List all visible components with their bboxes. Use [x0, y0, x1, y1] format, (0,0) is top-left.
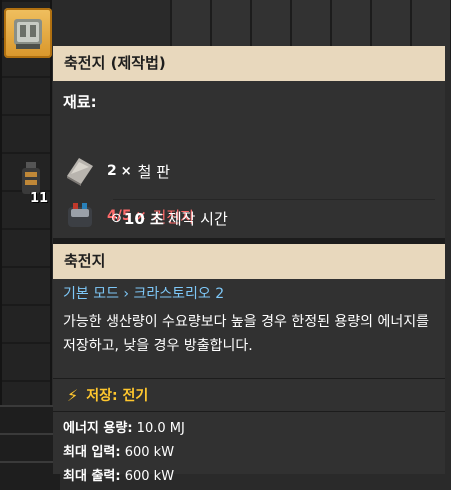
ingredient-quantity: 2	[107, 163, 117, 179]
craft-time-row: ⊙ 10 초 제작 시간	[111, 208, 228, 229]
tooltip: 축전지 (제작법) 재료: 2 × 철 판 4/5 × 건전지 ⊙ 10 초 제…	[53, 46, 445, 484]
storage-section: ⚡ 저장: 전기 에너지 용량: 10.0 MJ 최대 입력: 600 kW 최…	[53, 379, 445, 484]
item-description: 가능한 생산량이 수요량보다 높을 경우 한정된 용량의 에너지를 저장하고, …	[63, 314, 430, 354]
item-title: 축전지	[53, 244, 445, 279]
stat-value: 10.0 MJ	[136, 421, 185, 436]
recipe-panel: 재료: 2 × 철 판 4/5 × 건전지 ⊙ 10 초 제작 시간	[53, 81, 445, 238]
accumulator-icon	[14, 19, 42, 49]
battery-icon	[68, 203, 92, 227]
materials-label: 재료:	[63, 93, 97, 111]
stat-energy-capacity: 에너지 용량: 10.0 MJ	[63, 417, 185, 436]
lightning-icon: ⚡	[67, 385, 79, 405]
craft-time-value: 10 초	[123, 210, 164, 228]
item-description-block: 기본 모드 › 크라스토리오 2 가능한 생산량이 수요량보다 높을 경우 한정…	[53, 279, 445, 378]
clock-icon: ⊙	[111, 211, 122, 226]
stat-key: 최대 출력:	[63, 469, 121, 484]
storage-header: ⚡ 저장: 전기	[67, 385, 148, 405]
storage-label: 저장: 전기	[86, 388, 149, 404]
times-symbol: ×	[120, 163, 132, 179]
selected-inventory-slot[interactable]	[4, 8, 52, 58]
mod-breadcrumb: 기본 모드 › 크라스토리오 2	[63, 286, 225, 302]
recipe-title: 축전지 (제작법)	[53, 46, 445, 81]
stats-divider	[53, 411, 445, 412]
ingredient-row: 2 × 철 판	[63, 154, 170, 188]
stat-key: 에너지 용량:	[63, 421, 133, 436]
craft-time-label: 제작 시간	[167, 210, 228, 228]
item-panel: 기본 모드 › 크라스토리오 2 가능한 생산량이 수요량보다 높을 경우 한정…	[53, 279, 445, 484]
stat-key: 최대 입력:	[63, 445, 121, 460]
inventory-bottom-strip	[0, 405, 60, 490]
ingredient-name: 철 판	[137, 162, 171, 181]
item-count: 11	[30, 191, 49, 206]
stat-value: 600 kW	[124, 469, 175, 484]
stat-max-input: 최대 입력: 600 kW	[63, 441, 174, 460]
recipe-separator	[113, 199, 435, 200]
iron-plate-icon	[67, 158, 93, 186]
stat-max-output: 최대 출력: 600 kW	[63, 465, 174, 484]
stat-value: 600 kW	[124, 445, 175, 460]
